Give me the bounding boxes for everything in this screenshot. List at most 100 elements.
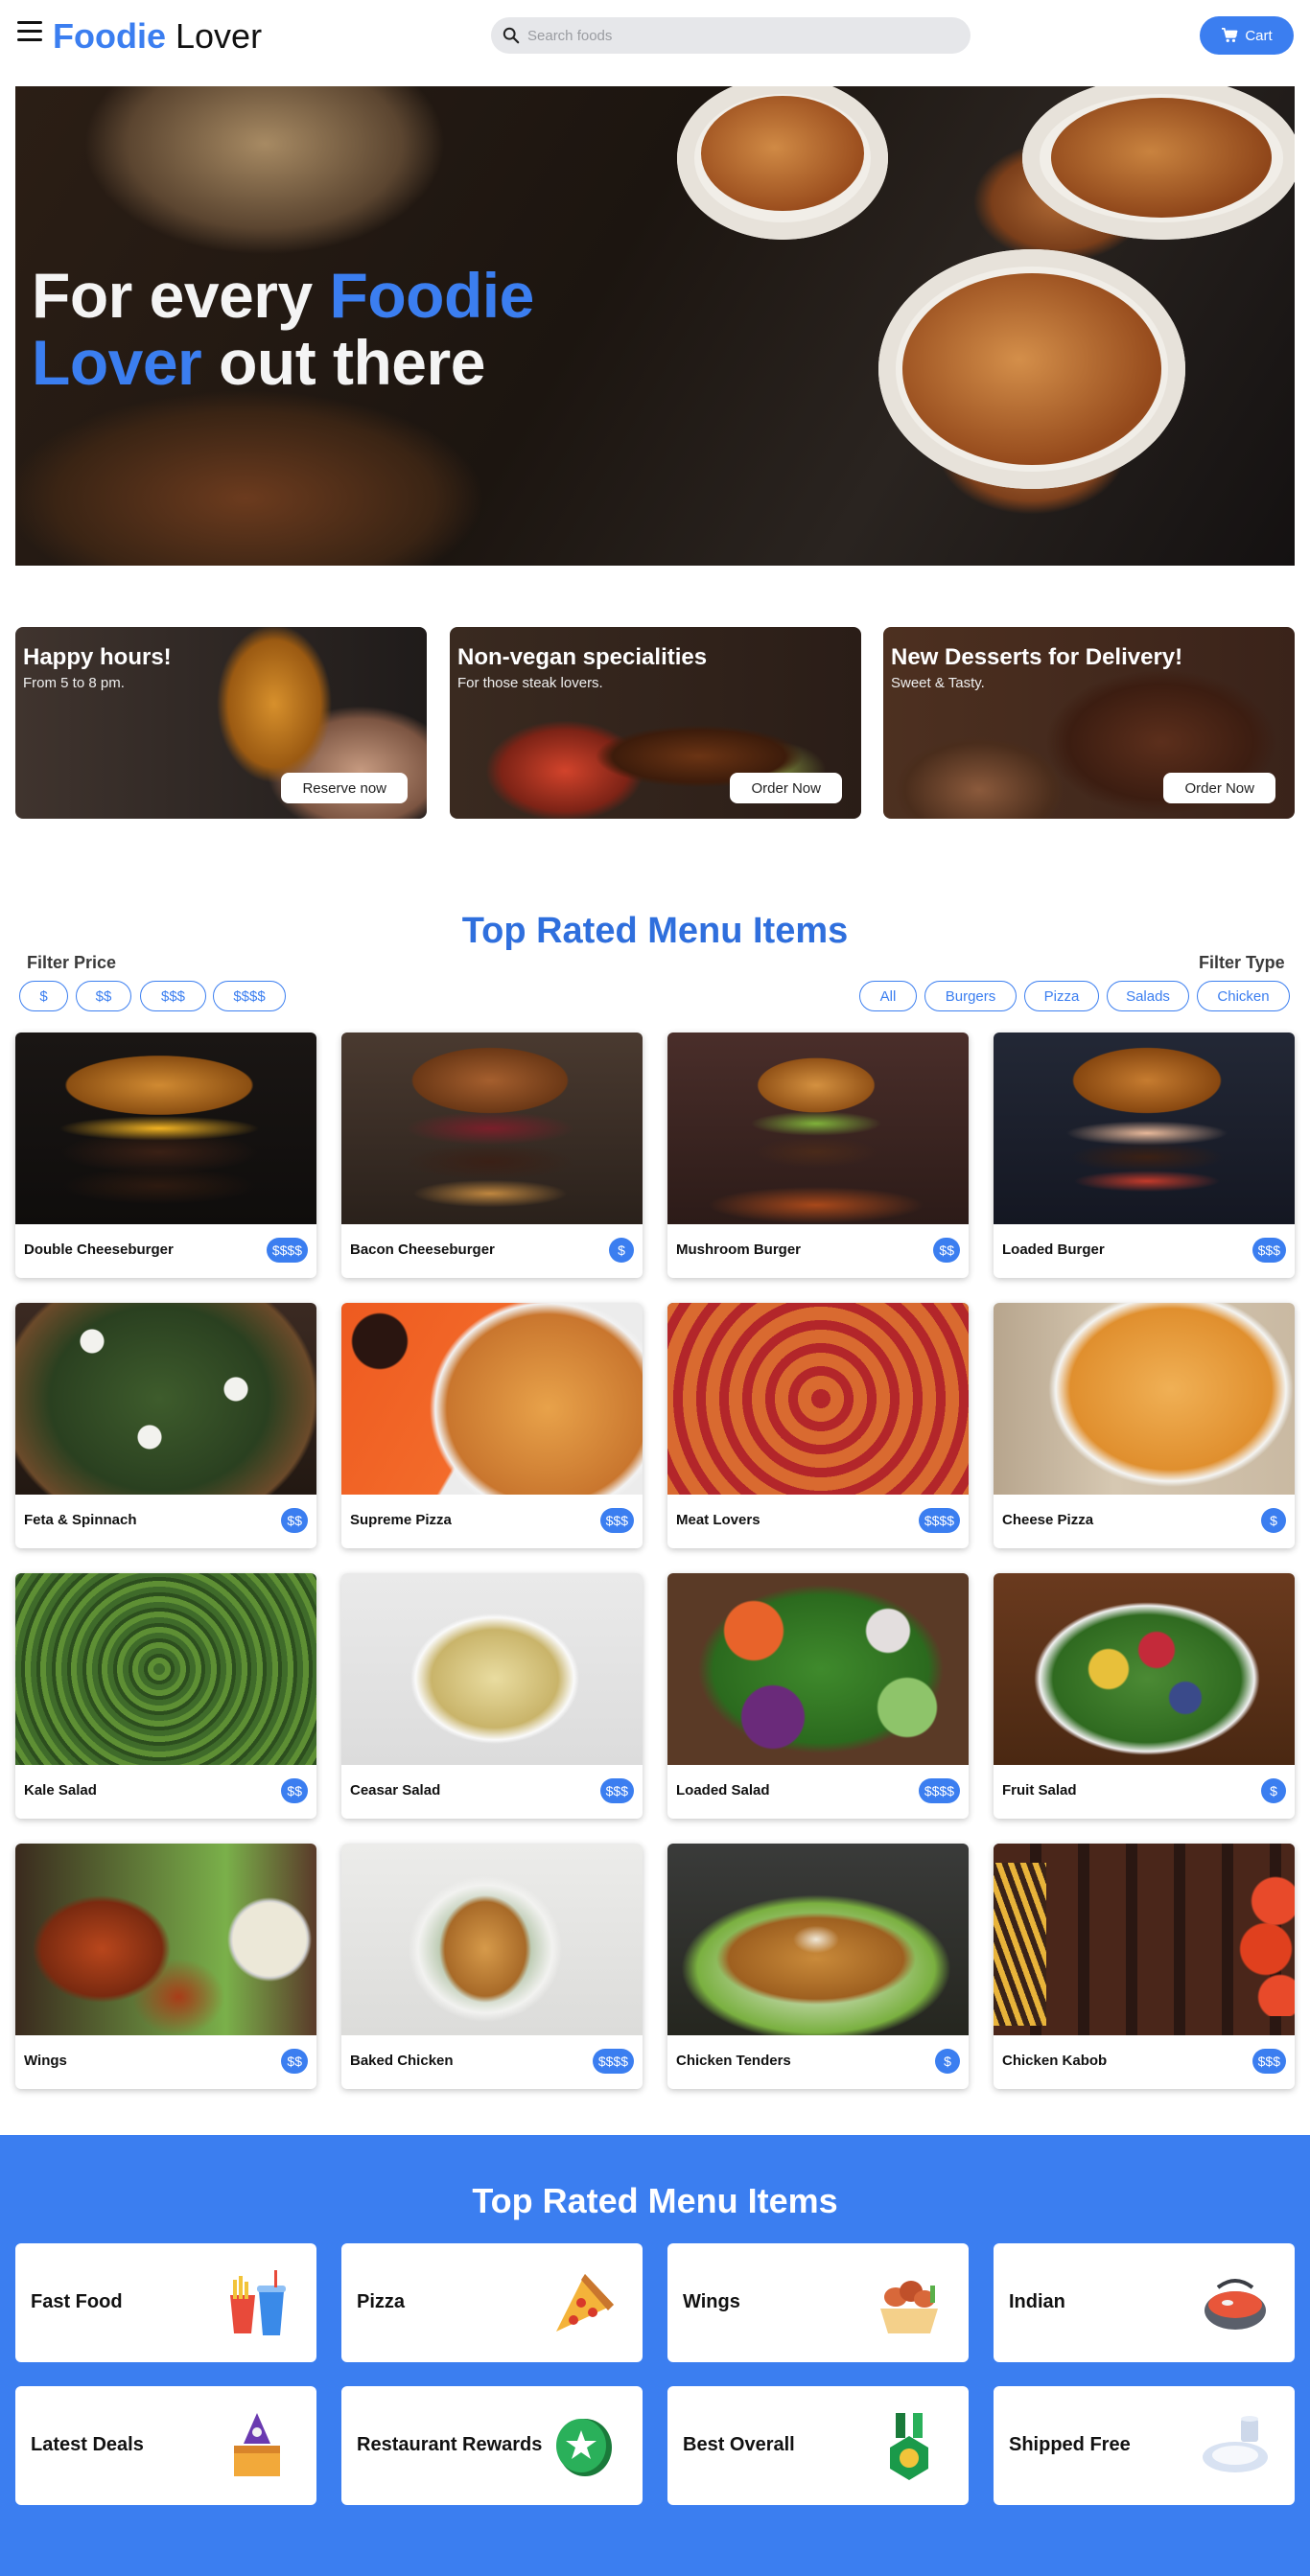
reserve-now-button[interactable]: Reserve now: [281, 773, 408, 803]
menu-item-card[interactable]: Ceasar Salad $$$: [341, 1573, 643, 1819]
hero-text: For every: [32, 260, 330, 331]
category-label: Shipped Free: [1009, 2434, 1131, 2455]
menu-item-card[interactable]: Feta & Spinnach $$: [15, 1303, 316, 1548]
item-name: Fruit Salad: [1002, 1782, 1077, 1799]
search-input[interactable]: [527, 17, 949, 54]
price-filter-3[interactable]: $$$: [140, 981, 206, 1011]
price-filter-4[interactable]: $$$$: [213, 981, 286, 1011]
item-image: [341, 1303, 643, 1495]
promo-subtitle: From 5 to 8 pm.: [23, 675, 125, 691]
hero-soup: [902, 273, 1161, 465]
fries: [994, 1863, 1046, 2026]
item-price-badge: $: [1261, 1508, 1286, 1533]
pizza-icon: [556, 2274, 614, 2332]
menu-item-card[interactable]: Meat Lovers $$$$: [667, 1303, 969, 1548]
category-label: Fast Food: [31, 2291, 123, 2312]
item-image: [15, 1303, 316, 1495]
type-filter-salads[interactable]: Salads: [1107, 981, 1189, 1011]
tomato-slices: [1228, 1872, 1295, 2016]
item-price-badge: $: [1261, 1778, 1286, 1803]
item-image: [667, 1033, 969, 1224]
item-image: [341, 1033, 643, 1224]
category-card-shipped-free[interactable]: Shipped Free: [994, 2386, 1295, 2505]
cart-button[interactable]: Cart: [1200, 16, 1294, 55]
menu-section-title: Top Rated Menu Items: [461, 911, 849, 951]
item-name: Ceasar Salad: [350, 1782, 441, 1799]
item-name: Chicken Tenders: [676, 2053, 791, 2069]
hero-highlight: Lover: [32, 327, 202, 398]
rewards-icon: [556, 2419, 612, 2476]
site-logo[interactable]: Foodie Lover: [53, 15, 262, 58]
category-card-fast-food[interactable]: Fast Food: [15, 2243, 316, 2362]
hero-soup: [701, 96, 864, 211]
order-now-button[interactable]: Order Now: [1163, 773, 1275, 803]
type-filter-burgers[interactable]: Burgers: [924, 981, 1017, 1011]
item-price-badge: $$$: [1252, 2049, 1286, 2074]
hero-soup: [1051, 98, 1272, 218]
deals-icon: [234, 2413, 280, 2476]
promo-card-happy-hours: Happy hours! From 5 to 8 pm. Reserve now: [15, 627, 427, 819]
menu-item-card[interactable]: Bacon Cheeseburger $: [341, 1033, 643, 1278]
item-image: [994, 1573, 1295, 1765]
item-price-badge: $$$: [1252, 1238, 1286, 1263]
item-price-badge: $$: [281, 1508, 308, 1533]
item-price-badge: $$$$: [918, 1778, 960, 1803]
price-filter-2[interactable]: $$: [76, 981, 131, 1011]
category-card-pizza[interactable]: Pizza: [341, 2243, 643, 2362]
menu-item-card[interactable]: Chicken Tenders $: [667, 1844, 969, 2089]
promo-subtitle: Sweet & Tasty.: [891, 675, 985, 691]
menu-item-card[interactable]: Cheese Pizza $: [994, 1303, 1295, 1548]
item-image: [667, 1844, 969, 2035]
cart-icon: [1222, 28, 1238, 42]
order-now-button[interactable]: Order Now: [730, 773, 842, 803]
fast-food-icon: [230, 2270, 286, 2335]
category-card-wings[interactable]: Wings: [667, 2243, 969, 2362]
category-card-restaurant-rewards[interactable]: Restaurant Rewards: [341, 2386, 643, 2505]
item-name: Baked Chicken: [350, 2053, 454, 2069]
item-price-badge: $$: [281, 2049, 308, 2074]
item-price-badge: $$$$: [266, 1238, 308, 1263]
category-card-indian[interactable]: Indian: [994, 2243, 1295, 2362]
type-filter-all[interactable]: All: [859, 981, 917, 1011]
menu-item-card[interactable]: Supreme Pizza $$$: [341, 1303, 643, 1548]
menu-item-card[interactable]: Fruit Salad $: [994, 1573, 1295, 1819]
item-name: Double Cheeseburger: [24, 1242, 174, 1258]
item-price-badge: $$$: [599, 1778, 634, 1803]
menu-item-card[interactable]: Double Cheeseburger $$$$: [15, 1033, 316, 1278]
menu-item-card[interactable]: Chicken Kabob $$$: [994, 1844, 1295, 2089]
hamburger-menu-icon[interactable]: [17, 21, 42, 44]
indian-food-icon: [1205, 2279, 1266, 2330]
hero-title: For every Foodie Lover out there: [32, 262, 534, 396]
menu-item-card[interactable]: Loaded Salad $$$$: [667, 1573, 969, 1819]
logo-lover: Lover: [175, 16, 263, 56]
item-name: Cheese Pizza: [1002, 1512, 1094, 1528]
menu-item-card[interactable]: Mushroom Burger $$: [667, 1033, 969, 1278]
menu-item-card[interactable]: Baked Chicken $$$$: [341, 1844, 643, 2089]
item-name: Mushroom Burger: [676, 1242, 802, 1258]
category-card-latest-deals[interactable]: Latest Deals: [15, 2386, 316, 2505]
shipped-free-icon: [1203, 2416, 1268, 2472]
filter-price-label: Filter Price: [27, 953, 117, 972]
item-image: [994, 1844, 1295, 2035]
price-filter-1[interactable]: $: [19, 981, 68, 1011]
type-filter-pizza[interactable]: Pizza: [1024, 981, 1099, 1011]
item-image: [15, 1573, 316, 1765]
category-label: Restaurant Rewards: [357, 2434, 543, 2455]
menu-item-card[interactable]: Kale Salad $$: [15, 1573, 316, 1819]
item-name: Meat Lovers: [676, 1512, 760, 1528]
category-card-best-overall[interactable]: Best Overall: [667, 2386, 969, 2505]
item-image: [15, 1844, 316, 2035]
item-name: Feta & Spinnach: [24, 1512, 137, 1528]
item-image: [15, 1033, 316, 1224]
menu-item-card[interactable]: Wings $$: [15, 1844, 316, 2089]
promo-card-desserts: New Desserts for Delivery! Sweet & Tasty…: [883, 627, 1295, 819]
menu-item-card[interactable]: Loaded Burger $$$: [994, 1033, 1295, 1278]
hero-highlight: Foodie: [329, 260, 535, 331]
category-label: Pizza: [357, 2291, 406, 2312]
best-overall-icon: [890, 2413, 928, 2480]
item-name: Wings: [24, 2053, 67, 2069]
wings-icon: [880, 2281, 938, 2333]
item-price-badge: $$$: [599, 1508, 634, 1533]
promo-subtitle: For those steak lovers.: [457, 675, 603, 691]
type-filter-chicken[interactable]: Chicken: [1197, 981, 1290, 1011]
